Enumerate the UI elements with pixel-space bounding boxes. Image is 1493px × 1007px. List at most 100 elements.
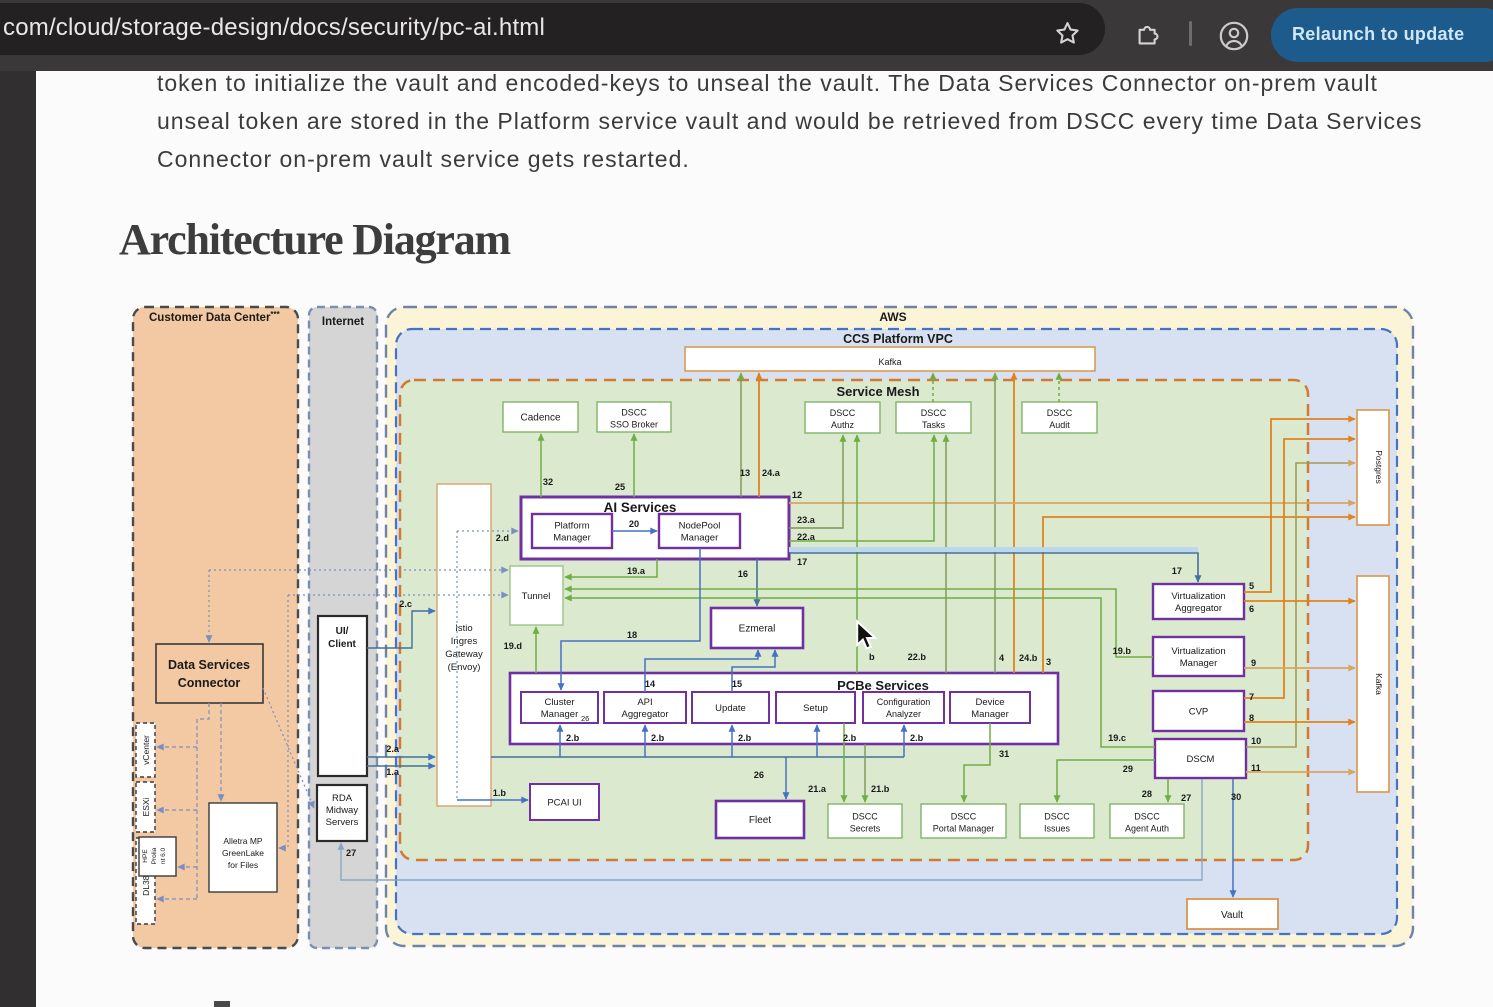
svg-text:Platform: Platform — [554, 521, 589, 532]
svg-text:8: 8 — [1249, 713, 1254, 723]
svg-text:27: 27 — [1181, 793, 1191, 803]
svg-text:Aggregator: Aggregator — [1175, 603, 1222, 614]
svg-text:Cadence: Cadence — [520, 413, 560, 424]
svg-text:DSCC: DSCC — [1044, 812, 1070, 822]
svg-text:CVP: CVP — [1189, 707, 1209, 718]
svg-text:DSCC: DSCC — [830, 408, 856, 418]
svg-text:19.b: 19.b — [1113, 646, 1132, 656]
svg-text:22.b: 22.b — [908, 652, 927, 662]
svg-text:AWS: AWS — [879, 310, 906, 324]
svg-text:Audit: Audit — [1049, 420, 1070, 430]
svg-text:28: 28 — [1142, 789, 1152, 799]
svg-text:9: 9 — [1251, 658, 1256, 668]
svg-text:GreenLake: GreenLake — [222, 848, 264, 858]
svg-text:Authz: Authz — [831, 420, 855, 430]
svg-text:Secrets: Secrets — [850, 824, 881, 834]
svg-text:Servers: Servers — [326, 817, 359, 828]
svg-text:Ingres: Ingres — [451, 636, 478, 647]
svg-text:Istio: Istio — [455, 623, 472, 634]
svg-text:UI/: UI/ — [336, 626, 349, 637]
svg-text:Tasks: Tasks — [922, 420, 946, 430]
svg-text:Update: Update — [715, 703, 746, 714]
svg-text:Setup: Setup — [803, 703, 828, 714]
svg-text:26: 26 — [581, 714, 589, 723]
svg-text:Customer Data Center***: Customer Data Center*** — [149, 310, 281, 324]
svg-text:26: 26 — [754, 770, 764, 780]
svg-text:Virtualization: Virtualization — [1171, 646, 1225, 657]
svg-text:Connector: Connector — [178, 676, 241, 690]
svg-text:23.a: 23.a — [797, 515, 816, 525]
svg-text:Gateway: Gateway — [445, 649, 483, 660]
svg-text:Ezmeral: Ezmeral — [739, 624, 776, 635]
svg-text:Manager: Manager — [553, 533, 591, 544]
svg-text:25: 25 — [615, 482, 625, 492]
svg-text:PCAI UI: PCAI UI — [547, 798, 581, 809]
svg-text:Kafka: Kafka — [878, 357, 901, 367]
svg-text:2.b: 2.b — [910, 733, 924, 743]
svg-text:for Files: for Files — [228, 860, 258, 870]
svg-text:4: 4 — [999, 653, 1005, 663]
svg-text:NodePool: NodePool — [679, 521, 721, 532]
svg-text:Data Services: Data Services — [168, 658, 250, 672]
svg-text:Prolia: Prolia — [151, 847, 158, 864]
svg-text:Issues: Issues — [1044, 824, 1071, 834]
svg-text:DSCC: DSCC — [852, 812, 878, 822]
svg-text:22.a: 22.a — [797, 532, 816, 542]
svg-text:Service Mesh: Service Mesh — [836, 384, 919, 399]
svg-text:Kafka: Kafka — [1374, 673, 1384, 695]
svg-text:HPE: HPE — [142, 849, 149, 863]
svg-text:21.b: 21.b — [871, 784, 890, 794]
svg-text:Manager: Manager — [971, 709, 1009, 720]
svg-text:27: 27 — [346, 848, 356, 858]
svg-text:ESXi: ESXi — [141, 797, 151, 816]
svg-text:2.b: 2.b — [738, 733, 752, 743]
svg-text:3: 3 — [1046, 657, 1051, 667]
svg-text:2.b: 2.b — [843, 733, 857, 743]
svg-text:Manager: Manager — [1180, 658, 1218, 669]
svg-text:Fleet: Fleet — [749, 815, 771, 826]
svg-text:21.a: 21.a — [808, 784, 827, 794]
svg-text:11: 11 — [1251, 763, 1261, 773]
svg-text:DSCC: DSCC — [1134, 812, 1160, 822]
svg-text:Portal Manager: Portal Manager — [933, 824, 995, 834]
svg-text:24.a: 24.a — [762, 468, 781, 478]
svg-text:Manager: Manager — [681, 533, 719, 544]
svg-text:vCenter: vCenter — [141, 735, 151, 765]
svg-text:Virtualization: Virtualization — [1171, 591, 1225, 602]
svg-text:Midway: Midway — [326, 805, 358, 816]
svg-text:Manager: Manager — [541, 709, 579, 720]
svg-text:Client: Client — [328, 639, 356, 650]
svg-text:DSCC: DSCC — [621, 408, 647, 418]
svg-text:20: 20 — [629, 519, 639, 529]
svg-text:Analyzer: Analyzer — [886, 709, 921, 719]
svg-text:7: 7 — [1249, 692, 1254, 702]
svg-text:12: 12 — [792, 490, 802, 500]
svg-text:2.c: 2.c — [399, 599, 412, 609]
svg-text:Configuration: Configuration — [877, 697, 931, 707]
svg-text:DSCC: DSCC — [1047, 408, 1073, 418]
svg-text:1.b: 1.b — [493, 788, 507, 798]
svg-text:PCBe Services: PCBe Services — [837, 678, 929, 693]
svg-text:CCS Platform VPC: CCS Platform VPC — [843, 332, 953, 346]
svg-text:32: 32 — [543, 477, 553, 487]
svg-text:nt 6.0: nt 6.0 — [160, 847, 167, 864]
svg-text:Alletra MP: Alletra MP — [223, 836, 263, 846]
svg-text:10: 10 — [1251, 736, 1261, 746]
svg-text:15: 15 — [732, 679, 742, 689]
svg-text:DSCC: DSCC — [921, 408, 947, 418]
svg-text:17: 17 — [797, 557, 807, 567]
svg-text:24.b: 24.b — [1019, 653, 1038, 663]
svg-text:17: 17 — [1172, 566, 1182, 576]
svg-text:Postgres: Postgres — [1374, 450, 1384, 484]
svg-text:b: b — [869, 652, 875, 662]
svg-text:18: 18 — [627, 630, 637, 640]
svg-text:API: API — [637, 697, 652, 708]
svg-text:(Envoy): (Envoy) — [448, 662, 481, 673]
svg-text:19.c: 19.c — [1108, 733, 1126, 743]
svg-text:5: 5 — [1249, 581, 1254, 591]
svg-text:19.a: 19.a — [627, 566, 646, 576]
svg-text:RDA: RDA — [332, 793, 353, 804]
svg-text:29: 29 — [1123, 764, 1133, 774]
svg-text:31: 31 — [999, 749, 1009, 759]
svg-text:AI Services: AI Services — [604, 500, 677, 515]
